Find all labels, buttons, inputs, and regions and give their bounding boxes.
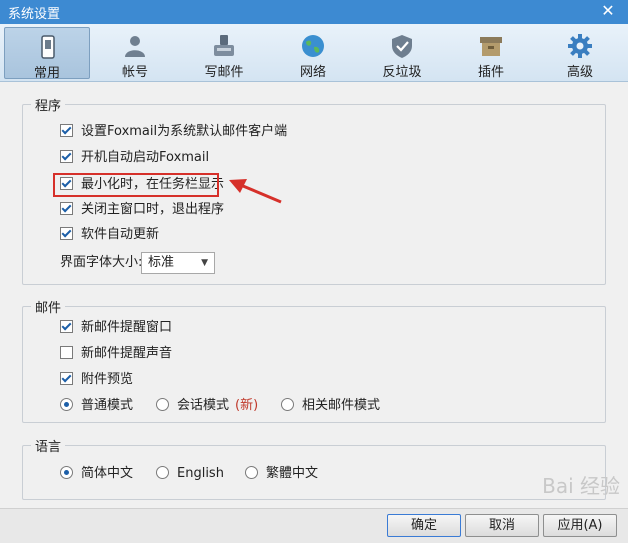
- user-icon: [125, 36, 145, 57]
- window-title: 系统设置: [8, 7, 61, 22]
- mode-label: 会话模式: [177, 398, 230, 413]
- font-size-value: 标准: [148, 255, 175, 270]
- option-label: 关闭主窗口时，退出程序: [81, 202, 225, 217]
- option-label: 设置Foxmail为系统默认邮件客户端: [81, 124, 288, 139]
- option-default-client[interactable]: 设置Foxmail为系统默认邮件客户端: [60, 122, 287, 142]
- radio[interactable]: [156, 398, 169, 411]
- mode-label: 普通模式: [81, 398, 134, 413]
- option-auto-update[interactable]: 软件自动更新: [60, 225, 159, 245]
- language-zh-tw[interactable]: 繁體中文: [245, 464, 318, 484]
- title-bar: 系统设置 ✕: [0, 0, 628, 24]
- language-legend: 语言: [35, 440, 62, 455]
- settings-window: 系统设置 ✕ 常用 帐号 写邮件 网络 反垃圾 插件 高级 程序 设置Foxma…: [0, 0, 628, 543]
- apply-button[interactable]: 应用(A): [543, 514, 617, 537]
- tab-label: 常用: [33, 66, 60, 81]
- checkbox[interactable]: [60, 124, 73, 137]
- phone-icon: [41, 35, 55, 59]
- cancel-button[interactable]: 取消: [465, 514, 539, 537]
- mode-related[interactable]: 相关邮件模式: [281, 396, 380, 416]
- new-badge: (新): [235, 398, 259, 413]
- annotation-highlight-box: [53, 173, 219, 197]
- tab-label: 高级: [566, 65, 593, 80]
- program-legend: 程序: [35, 99, 62, 114]
- language-label: 简体中文: [81, 466, 134, 481]
- language-zh-cn[interactable]: 简体中文: [60, 464, 133, 484]
- mode-normal[interactable]: 普通模式: [60, 396, 133, 416]
- tab-antispam[interactable]: 反垃圾: [359, 27, 445, 80]
- box-icon: [480, 37, 502, 56]
- shield-icon: [392, 35, 412, 58]
- close-icon[interactable]: ✕: [598, 1, 618, 21]
- option-autostart[interactable]: 开机自动启动Foxmail: [60, 148, 209, 168]
- gear-icon: [568, 34, 592, 58]
- option-label: 软件自动更新: [81, 227, 160, 242]
- write-icon: [214, 35, 234, 56]
- checkbox[interactable]: [60, 320, 73, 333]
- tab-plugins[interactable]: 插件: [448, 27, 534, 80]
- tab-network[interactable]: 网络: [270, 27, 356, 80]
- option-new-mail-sound[interactable]: 新邮件提醒声音: [60, 344, 172, 364]
- radio[interactable]: [281, 398, 294, 411]
- font-size-label: 界面字体大小:: [60, 255, 143, 270]
- checkbox[interactable]: [60, 150, 73, 163]
- option-label: 附件预览: [81, 372, 134, 387]
- font-size-select[interactable]: 标准 ▼: [141, 252, 215, 274]
- ok-button[interactable]: 确定: [387, 514, 461, 537]
- checkbox[interactable]: [60, 202, 73, 215]
- tab-compose[interactable]: 写邮件: [181, 27, 267, 80]
- tab-label: 帐号: [121, 65, 148, 80]
- watermark: Bai 经验: [542, 474, 620, 498]
- radio[interactable]: [60, 398, 73, 411]
- annotation-arrow-icon: [229, 179, 282, 204]
- option-attachment-preview[interactable]: 附件预览: [60, 370, 133, 390]
- tab-general[interactable]: 常用: [4, 27, 90, 81]
- chevron-down-icon: ▼: [201, 258, 208, 268]
- language-english[interactable]: English: [156, 464, 224, 484]
- radio[interactable]: [245, 466, 258, 479]
- tab-account[interactable]: 帐号: [92, 27, 178, 80]
- option-close-exit[interactable]: 关闭主窗口时，退出程序: [60, 200, 224, 220]
- option-label: 开机自动启动Foxmail: [81, 150, 210, 165]
- checkbox[interactable]: [60, 372, 73, 385]
- mode-label: 相关邮件模式: [302, 398, 381, 413]
- settings-toolbar: 常用 帐号 写邮件 网络 反垃圾 插件 高级: [0, 24, 628, 82]
- option-new-mail-window[interactable]: 新邮件提醒窗口: [60, 318, 172, 338]
- mail-legend: 邮件: [35, 301, 62, 316]
- radio[interactable]: [60, 466, 73, 479]
- tab-label: 插件: [477, 65, 504, 80]
- tab-advanced[interactable]: 高级: [537, 27, 623, 80]
- option-label: 新邮件提醒窗口: [81, 320, 173, 335]
- language-label: English: [177, 466, 224, 481]
- tab-label: 网络: [299, 65, 326, 80]
- dialog-button-bar: 确定 取消 应用(A): [0, 508, 628, 543]
- tab-label: 写邮件: [204, 65, 244, 80]
- checkbox[interactable]: [60, 227, 73, 240]
- language-label: 繁體中文: [266, 466, 319, 481]
- globe-icon: [302, 35, 324, 57]
- option-label: 新邮件提醒声音: [81, 346, 173, 361]
- tab-label: 反垃圾: [382, 65, 422, 80]
- checkbox[interactable]: [60, 346, 73, 359]
- radio[interactable]: [156, 466, 169, 479]
- mode-conversation[interactable]: 会话模式 (新): [156, 396, 258, 416]
